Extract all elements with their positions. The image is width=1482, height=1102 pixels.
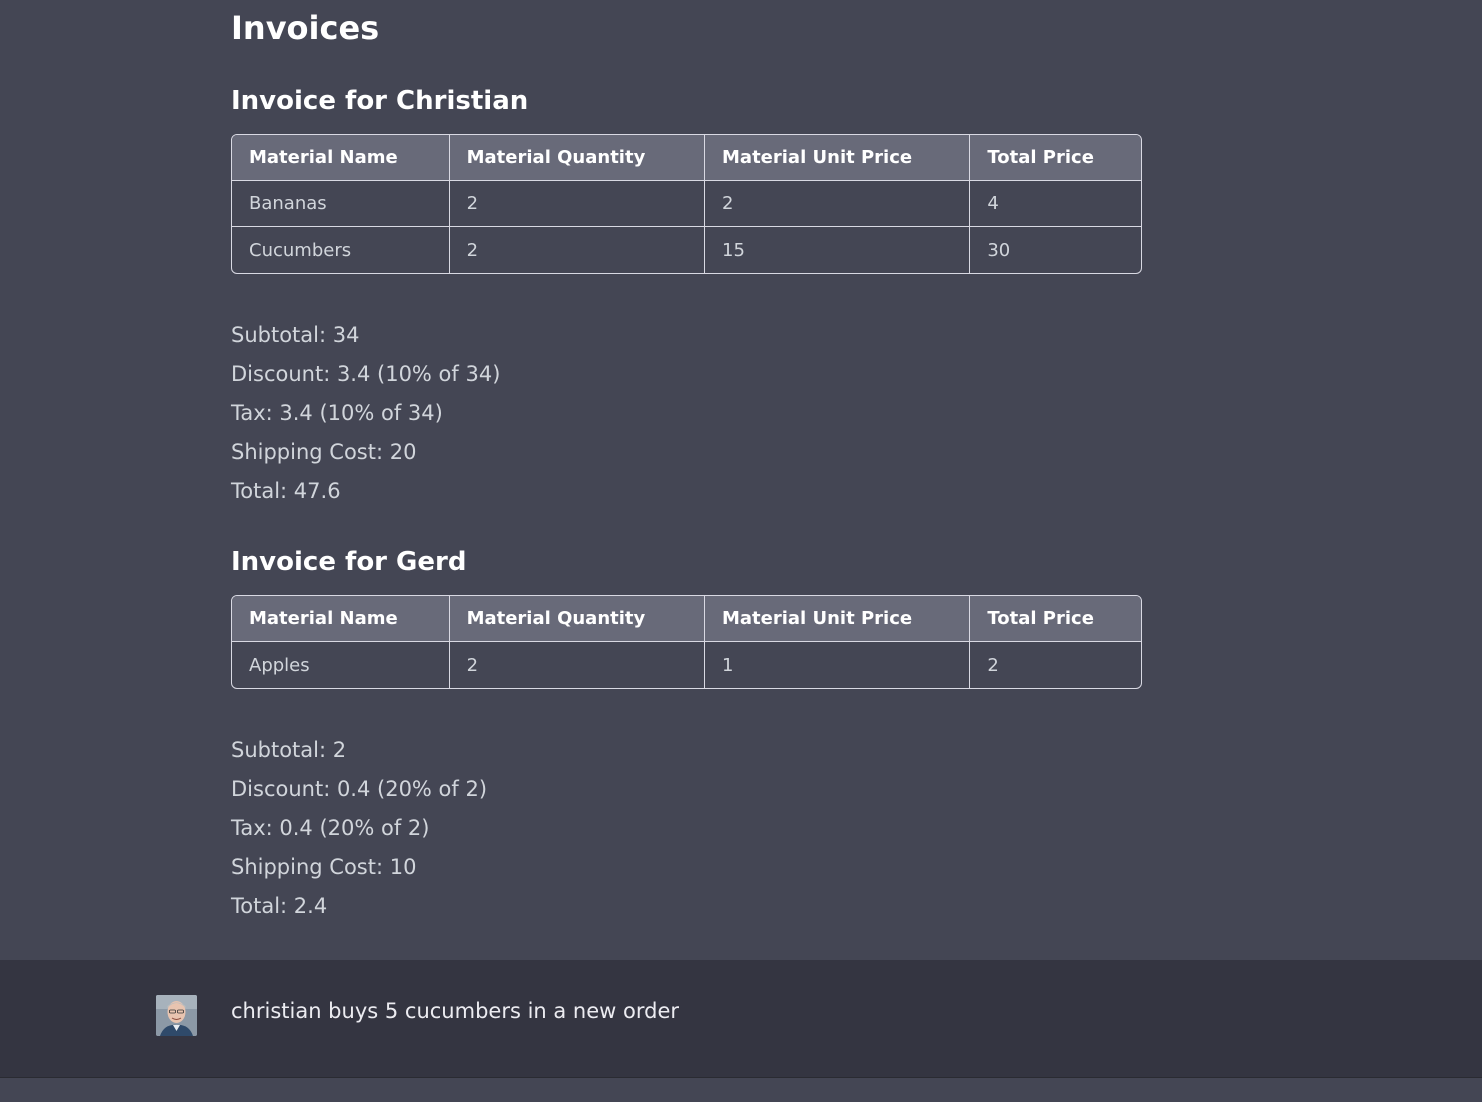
total-line: Total: 47.6 xyxy=(231,479,341,503)
cell-total-price: 30 xyxy=(987,239,1011,261)
subtotal-line: Subtotal: 34 xyxy=(231,323,360,347)
assistant-message: Invoices Invoice for Christian Material … xyxy=(0,0,1482,960)
cell-total-price: 2 xyxy=(987,654,999,676)
subtotal-line: Subtotal: 2 xyxy=(231,738,347,762)
cell-material-unit-price: 2 xyxy=(705,181,971,227)
tax-line: Tax: 0.4 (20% of 2) xyxy=(231,816,430,840)
cell-material-name: Apples xyxy=(232,642,450,688)
header-material-unit-price: Material Unit Price xyxy=(704,596,971,642)
shipping-line: Shipping Cost: 20 xyxy=(231,440,417,464)
cell-material-quantity: 2 xyxy=(449,181,706,227)
invoice-summary: Subtotal: 34 Discount: 3.4 (10% of 34) T… xyxy=(231,316,1142,511)
invoice-title: Invoice for Christian xyxy=(231,86,529,116)
table-row: Cucumbers 2 15 30 xyxy=(232,227,1141,273)
assistant-content: Invoices Invoice for Christian Material … xyxy=(231,0,1142,926)
user-message: christian buys 5 cucumbers in a new orde… xyxy=(0,960,1482,1078)
cell-material-quantity: 2 xyxy=(450,642,705,688)
next-message-strip xyxy=(0,1078,1482,1102)
shipping-line: Shipping Cost: 10 xyxy=(231,855,417,879)
header-material-unit-price: Material Unit Price xyxy=(705,135,971,181)
total-line: Total: 2.4 xyxy=(231,894,328,918)
discount-line: Discount: 3.4 (10% of 34) xyxy=(231,362,501,386)
invoice-summary: Subtotal: 2 Discount: 0.4 (20% of 2) Tax… xyxy=(231,731,1142,926)
user-avatar-icon xyxy=(156,995,197,1036)
cell-material-name: Cucumbers xyxy=(232,227,450,273)
cell-material-unit-price: 15 xyxy=(705,227,971,273)
header-total-price: Total Price xyxy=(970,596,1141,642)
user-avatar xyxy=(156,995,197,1036)
discount-line: Discount: 0.4 (20% of 2) xyxy=(231,777,488,801)
invoice-table: Material Name Material Quantity Material… xyxy=(231,134,1142,274)
table-row: Apples 2 1 2 xyxy=(232,642,1141,688)
table-header-row: Material Name Material Quantity Material… xyxy=(232,596,1141,642)
page-title: Invoices xyxy=(231,9,380,47)
cell-material-quantity: 2 xyxy=(450,227,706,273)
cell-total-price: 4 xyxy=(970,181,1141,227)
header-material-name: Material Name xyxy=(232,135,450,181)
user-message-text: christian buys 5 cucumbers in a new orde… xyxy=(231,999,680,1023)
header-material-quantity: Material Quantity xyxy=(449,596,705,642)
tax-line: Tax: 3.4 (10% of 34) xyxy=(231,401,443,425)
table-header-row: Material Name Material Quantity Material… xyxy=(232,135,1141,181)
cell-material-name: Bananas xyxy=(232,181,450,227)
table-row: Bananas 2 2 4 xyxy=(232,181,1141,227)
cell-material-unit-price: 1 xyxy=(705,642,971,688)
header-total-price: Total Price xyxy=(970,135,1141,181)
header-material-quantity: Material Quantity xyxy=(449,135,706,181)
invoice-table: Material Name Material Quantity Material… xyxy=(231,595,1142,689)
header-material-name: Material Name xyxy=(232,596,450,642)
invoice-title: Invoice for Gerd xyxy=(231,547,467,577)
